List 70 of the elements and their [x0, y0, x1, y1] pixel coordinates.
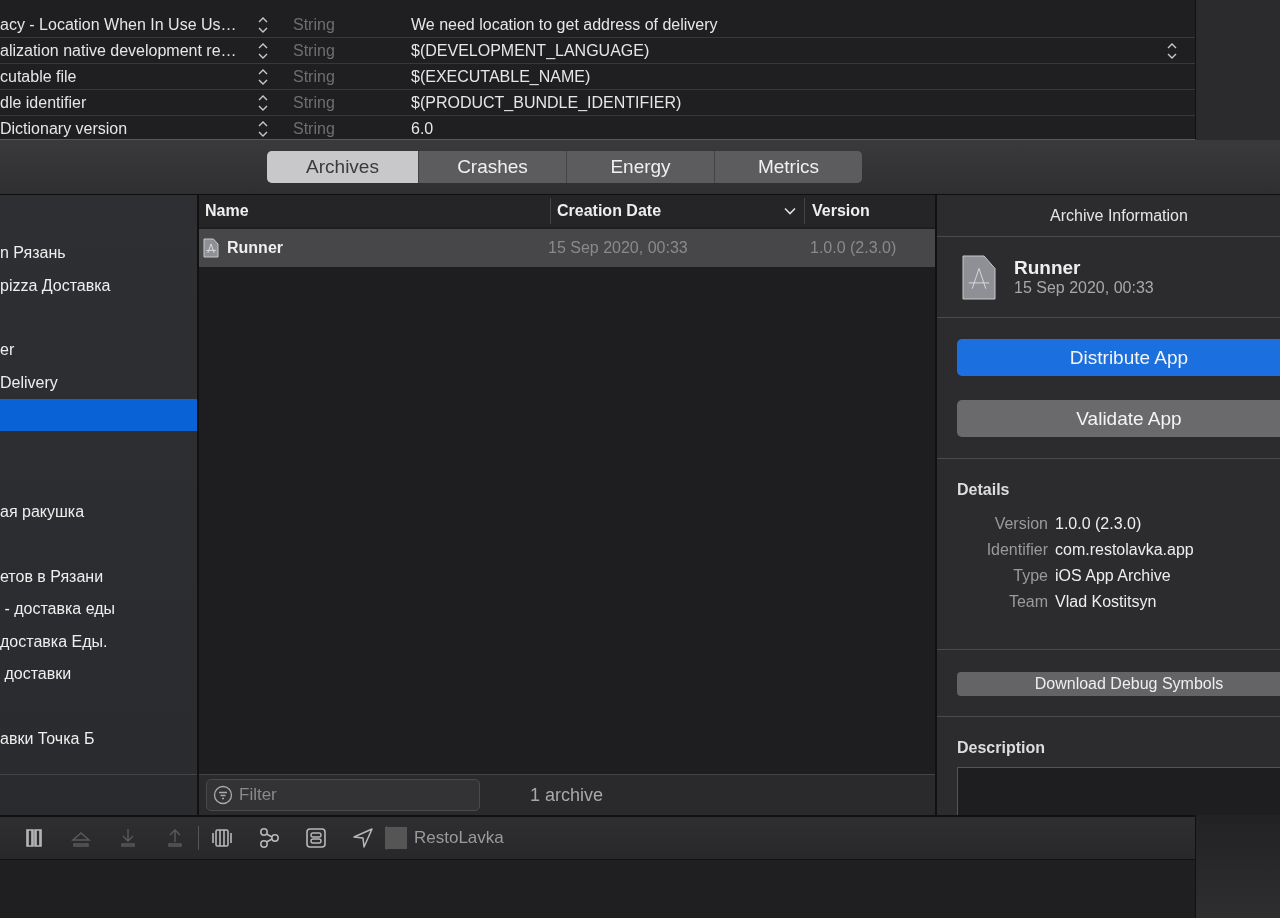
- sidebar-item[interactable]: доставка Еды.: [0, 625, 197, 659]
- sidebar-item[interactable]: er: [0, 334, 197, 367]
- value-cell-text: $(PRODUCT_BUNDLE_IDENTIFIER): [411, 93, 683, 112]
- updown-icon[interactable]: [257, 119, 269, 138]
- validate-button[interactable]: Validate App: [957, 400, 1280, 437]
- tab[interactable]: Metrics: [714, 151, 862, 183]
- value-cell-text: 6.0: [411, 119, 435, 138]
- download-button[interactable]: Download Debug Symbols: [957, 672, 1280, 696]
- type-cell-text: String: [293, 119, 336, 138]
- tab[interactable]: Archives: [267, 151, 418, 183]
- key-cell-text: Dictionary version: [0, 119, 129, 138]
- archive-count: 1 archive: [530, 784, 604, 806]
- archive-file-icon: [203, 238, 219, 258]
- date-cell-text: 15 Sep 2020, 00:33: [547, 239, 689, 257]
- detail-value: com.restolavka.app: [1055, 541, 1195, 559]
- key-cell-text: acy - Location When In Use Us…: [0, 15, 238, 34]
- updown-icon[interactable]: [257, 15, 269, 34]
- key-cell-text: cutable file: [0, 67, 78, 86]
- sidebar-item[interactable]: етов в Рязани: [0, 560, 197, 594]
- archive-file-icon: [962, 254, 996, 300]
- detail-value: iOS App Archive: [1055, 567, 1172, 585]
- detail-label: Team: [1007, 593, 1048, 611]
- archive-name: Runner: [1014, 257, 1082, 279]
- detail-value: 1.0.0 (2.3.0): [1055, 515, 1143, 533]
- column-header[interactable]: Name: [199, 202, 550, 220]
- type-cell-text: String: [293, 93, 336, 112]
- sort-chevron-icon: [784, 207, 796, 215]
- sidebar-item[interactable]: - доставка еды: [0, 593, 197, 626]
- section-title: Details: [957, 481, 1011, 499]
- view-hierarchy-icon[interactable]: [211, 827, 233, 849]
- sidebar-item[interactable]: авки Точка Б: [0, 722, 197, 756]
- type-cell-text: String: [293, 67, 336, 86]
- selected-sidebar-row[interactable]: [0, 398, 197, 432]
- description-field[interactable]: [957, 767, 1280, 815]
- version-cell: 1.0.0 (2.3.0): [810, 239, 897, 257]
- detail-label: Identifier: [985, 541, 1048, 559]
- filter-field[interactable]: Filter: [206, 779, 480, 811]
- panel-title: Archive Information: [937, 195, 1280, 237]
- detail-label: Type: [1012, 567, 1048, 585]
- location-icon[interactable]: [352, 827, 374, 849]
- sidebar-item[interactable]: ая ракушка: [0, 496, 197, 529]
- updown-icon[interactable]: [257, 41, 269, 60]
- sidebar-item[interactable]: Delivery: [0, 366, 197, 399]
- sidebar-item[interactable]: n Рязань: [0, 237, 197, 270]
- popup-icon[interactable]: [1166, 41, 1178, 60]
- filter-icon: [213, 785, 233, 805]
- distribute-button[interactable]: Distribute App: [957, 339, 1280, 376]
- value-cell-text: $(EXECUTABLE_NAME): [411, 67, 592, 86]
- archive-date: 15 Sep 2020, 00:33: [1014, 279, 1154, 297]
- environment-icon[interactable]: [305, 827, 327, 849]
- key-cell-text: alization native development re…: [0, 41, 238, 60]
- column-header[interactable]: Version: [804, 198, 870, 224]
- archive-row[interactable]: Runner 15 Sep 2020, 00:33 1.0.0 (2.3.0): [199, 229, 935, 267]
- detail-value: Vlad Kostitsyn: [1055, 593, 1158, 611]
- name-cell: Runner: [227, 239, 283, 257]
- type-cell-text: String: [293, 41, 336, 60]
- scheme-name[interactable]: RestoLavka: [414, 828, 504, 848]
- pause-icon[interactable]: [23, 827, 45, 849]
- updown-icon[interactable]: [257, 93, 269, 112]
- value-cell-text: We need location to get address of delivery: [411, 15, 719, 34]
- sidebar-item[interactable]: pizza Доставка: [0, 269, 197, 302]
- updown-icon[interactable]: [257, 67, 269, 86]
- value-cell-text: $(DEVELOPMENT_LANGUAGE): [411, 41, 651, 60]
- detail-label: Version: [993, 515, 1048, 533]
- type-cell-text: String: [293, 15, 336, 34]
- column-header[interactable]: Creation Date: [557, 202, 662, 220]
- graph-icon[interactable]: [258, 827, 280, 849]
- sidebar-item[interactable]: доставки: [0, 658, 197, 691]
- key-cell-text: dle identifier: [0, 93, 88, 112]
- section-title: Description: [957, 739, 1046, 757]
